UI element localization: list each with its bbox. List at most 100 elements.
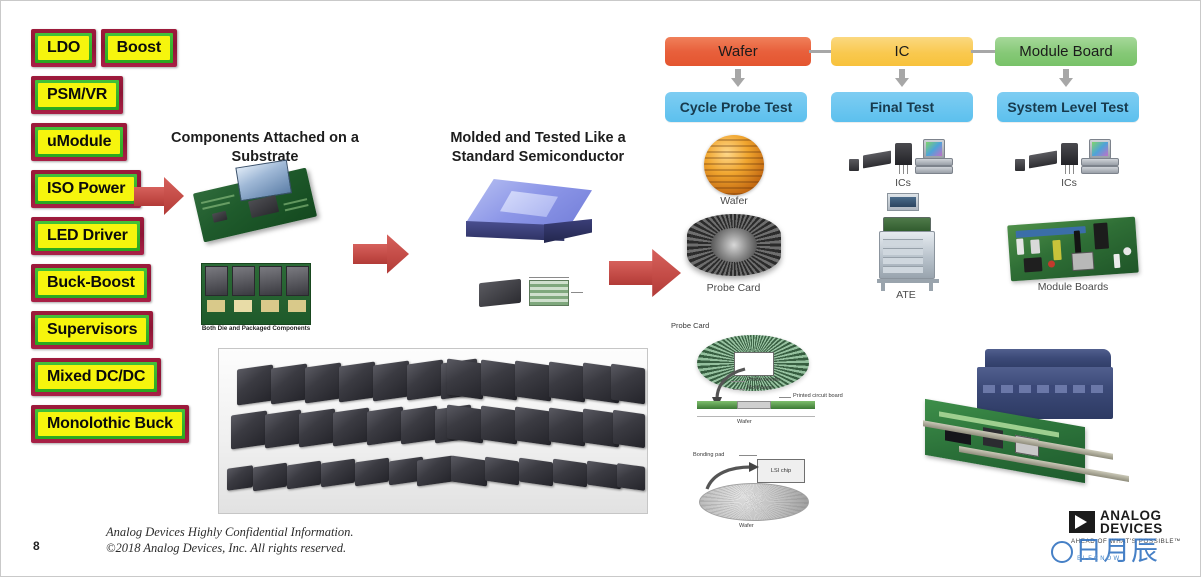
- heading-molded-tested: Molded and Tested Like a Standard Semico…: [441, 129, 635, 167]
- module-substrate-photo: [191, 159, 319, 244]
- flow-stage-module-board[interactable]: Module Board: [995, 37, 1137, 66]
- button-inner-bevel: Supervisors: [35, 315, 150, 345]
- module-chip: [553, 458, 587, 488]
- sidebar-item-mixed-dc-dc[interactable]: Mixed DC/DC: [31, 358, 162, 396]
- arrow-head: [164, 177, 184, 215]
- label-bonding-pad: Bonding pad: [693, 452, 725, 458]
- sidebar-item-buck-boost[interactable]: Buck-Boost: [31, 264, 151, 302]
- module-chip: [271, 363, 307, 405]
- heading-components-attached: Components Attached on a Substrate: [169, 129, 361, 167]
- arrow-head: [1059, 78, 1073, 87]
- ate-panel: [883, 239, 923, 246]
- label-wafer-bottom: Wafer: [739, 523, 754, 529]
- heading-line-1: Components Attached on a: [171, 130, 359, 146]
- test-stage-label: System Level Test: [1007, 99, 1129, 115]
- die-cell: [232, 266, 255, 296]
- footer-line-1: Analog Devices Highly Confidential Infor…: [106, 525, 354, 539]
- sidebar-item-supervisors[interactable]: Supervisors: [31, 311, 154, 349]
- dimension-line: [571, 292, 583, 293]
- module-chip: [287, 460, 321, 490]
- module-chip: [417, 455, 453, 487]
- label-mold-base: Mold base: [747, 385, 773, 391]
- sidebar-item-boost[interactable]: Boost: [100, 29, 177, 67]
- flow-connector-1: [809, 50, 833, 53]
- artifact-label: Module Boards: [1037, 281, 1109, 293]
- arrow-head: [731, 78, 745, 87]
- module-chip: [373, 360, 409, 402]
- arrow-shaft: [735, 69, 741, 79]
- ic-package: [1071, 251, 1095, 272]
- capacitor-white: [1030, 239, 1041, 254]
- ic-small-package: [1015, 159, 1025, 171]
- ic-lead: [903, 165, 904, 174]
- ic-monitor-screen: [1092, 142, 1108, 156]
- flow-stage-wafer[interactable]: Wafer: [665, 37, 811, 66]
- module-chip: [401, 405, 437, 445]
- label-probe-needle: Probe needle: [747, 377, 781, 383]
- ate-panel: [883, 248, 923, 255]
- packaged-cell: [234, 300, 252, 312]
- wafer-icon: [704, 135, 764, 195]
- wafer-surface-line: [697, 416, 815, 417]
- package-dimension-diagram: [479, 277, 585, 311]
- tester-slot-row: [983, 385, 1103, 393]
- leader-line: [779, 397, 791, 398]
- package-bottom-view: [529, 280, 569, 306]
- heading-line-2: Standard Semiconductor: [451, 149, 625, 165]
- test-stage-system-level[interactable]: System Level Test: [997, 92, 1139, 122]
- arrow-shaft: [353, 244, 388, 264]
- lsi-chip-label: LSI chip: [770, 468, 792, 474]
- label-wafer-top: Wafer: [737, 419, 752, 425]
- sidebar-item-label: uModule: [38, 130, 121, 154]
- pcb-cross-section: [697, 401, 737, 409]
- module-chip: [227, 465, 253, 491]
- button-inner-bevel: Mixed DC/DC: [35, 362, 158, 392]
- bare-die: [235, 159, 293, 202]
- leader-line: [731, 381, 745, 382]
- button-inner-bevel: Boost: [104, 33, 173, 63]
- test-stage-label: Cycle Probe Test: [679, 99, 793, 115]
- sidebar-item-umodule[interactable]: uModule: [31, 123, 128, 161]
- pcb-trace: [284, 204, 309, 212]
- module-chip: [265, 409, 301, 449]
- component-round: [1123, 246, 1132, 256]
- arrow-shaft: [134, 186, 165, 206]
- bonding-pad-schematic: Bonding pad LSI chip Wafer: [673, 449, 853, 535]
- sidebar-item-led-driver[interactable]: LED Driver: [31, 217, 144, 255]
- ic-monitor-screen: [926, 142, 942, 156]
- ate-panel: [883, 266, 923, 273]
- sidebar-item-monolothic-buck[interactable]: Monolothic Buck: [31, 405, 189, 443]
- artifact-label: ATE: [896, 289, 916, 301]
- module-chip: [305, 362, 341, 404]
- sidebar-item-ldo[interactable]: LDO: [31, 29, 97, 67]
- test-stage-cycle-probe[interactable]: Cycle Probe Test: [665, 92, 807, 122]
- sidebar-item-iso-power[interactable]: ISO Power: [31, 170, 142, 208]
- module-chip: [515, 360, 551, 402]
- down-arrow-2-icon: [895, 69, 909, 87]
- packaged-cell: [207, 300, 225, 312]
- ic-to220-package: [895, 143, 912, 165]
- button-inner-bevel: Monolothic Buck: [35, 409, 185, 439]
- arrow-head: [895, 78, 909, 87]
- component-black: [1023, 257, 1043, 273]
- button-inner-bevel: Buck-Boost: [35, 268, 147, 298]
- system-level-tester-photo: [919, 349, 1135, 499]
- heading-line-1: Molded and Tested Like a: [450, 130, 626, 146]
- module-chip: [355, 457, 389, 487]
- module-chip: [447, 404, 483, 444]
- capacitor-yellow: [1052, 239, 1062, 261]
- ate-panel: [883, 257, 923, 264]
- sidebar-item-label: LED Driver: [38, 224, 137, 248]
- slide-canvas: LDO Boost PSM/VR uModule ISO Power LED D: [0, 0, 1201, 577]
- sidebar-item-psm-vr[interactable]: PSM/VR: [31, 76, 124, 114]
- module-chip: [367, 406, 403, 446]
- artifact-ate: ATE: [863, 193, 949, 301]
- module-chip: [407, 359, 443, 401]
- capacitor-white: [1113, 253, 1121, 269]
- sidebar-item-label: PSM/VR: [38, 83, 117, 107]
- test-stage-final[interactable]: Final Test: [831, 92, 973, 122]
- module-chip: [617, 463, 645, 491]
- mold-base-block: [737, 401, 771, 409]
- flow-stage-ic[interactable]: IC: [831, 37, 973, 66]
- module-chip: [549, 361, 585, 403]
